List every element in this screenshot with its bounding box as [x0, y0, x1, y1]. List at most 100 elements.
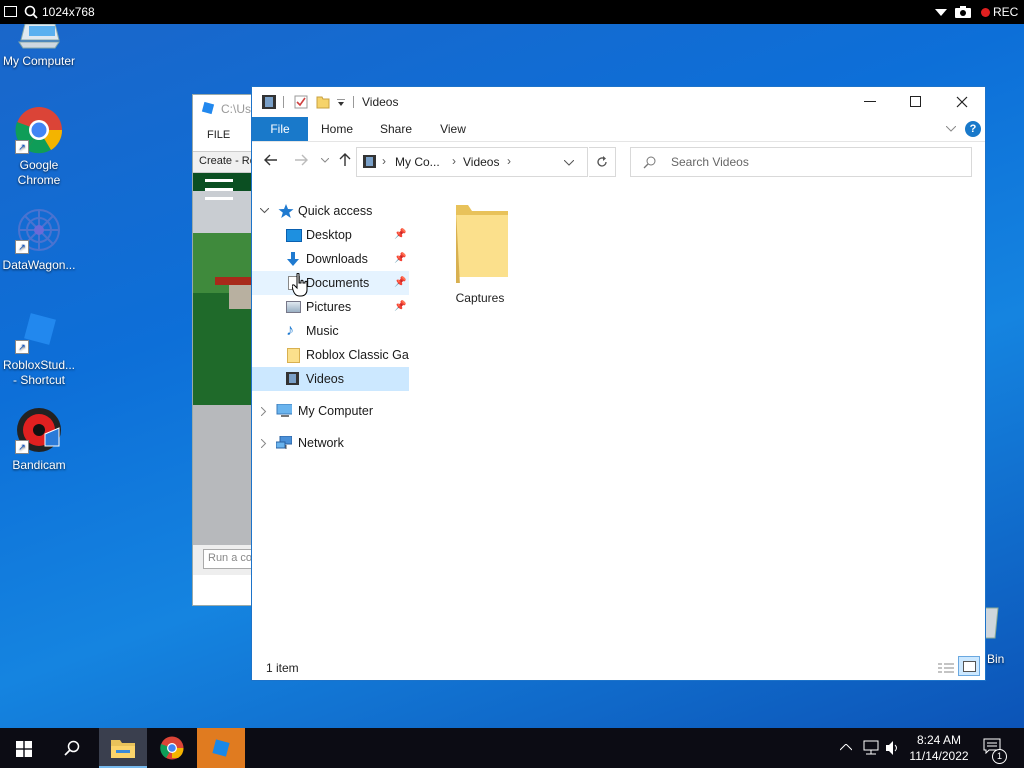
nav-pictures[interactable]: Pictures 📌	[252, 295, 409, 319]
hamburger-menu-icon[interactable]	[205, 179, 233, 201]
help-icon[interactable]: ?	[965, 121, 981, 137]
file-menu[interactable]: FILE	[207, 129, 230, 141]
red-roof	[215, 277, 253, 285]
window-mode-icon[interactable]	[4, 6, 17, 17]
desktop-folder-icon	[286, 229, 302, 242]
dropdown-arrow-icon[interactable]	[935, 9, 947, 17]
address-bar[interactable]: › My Co... › Videos ›	[356, 147, 588, 177]
chevron-right-icon[interactable]	[261, 439, 267, 448]
large-icons-view-icon	[963, 661, 976, 672]
address-dropdown-icon[interactable]	[564, 160, 574, 166]
taskbar-search-button[interactable]	[48, 728, 96, 768]
record-dot-icon	[981, 8, 990, 17]
up-arrow-icon[interactable]	[339, 153, 351, 167]
breadcrumb-separator: ›	[507, 154, 511, 168]
nav-downloads[interactable]: Downloads 📌	[252, 247, 409, 271]
rec-label[interactable]: REC	[993, 5, 1018, 19]
tab-share[interactable]: Share	[370, 117, 422, 141]
properties-icon[interactable]	[294, 95, 308, 109]
folder-item-captures[interactable]: Captures	[440, 197, 520, 307]
search-placeholder: Search Videos	[671, 155, 749, 169]
file-explorer-window[interactable]: Videos File Home Share View ? › My Co...…	[251, 86, 986, 681]
minimize-button[interactable]	[852, 87, 898, 117]
shortcut-arrow-icon: ↗	[15, 440, 29, 454]
show-hidden-icons-icon[interactable]	[840, 744, 852, 751]
folder-icon	[111, 740, 135, 758]
nav-label: Network	[298, 436, 344, 450]
desktop-icon-datawagon[interactable]: ↗ DataWagon...	[1, 206, 77, 273]
camera-icon[interactable]	[955, 6, 971, 18]
desktop-icon-label: Bin	[987, 652, 1005, 666]
document-tab[interactable]: Create - Ro	[193, 151, 253, 173]
details-view-icon[interactable]	[938, 662, 954, 674]
viewport[interactable]	[193, 173, 253, 405]
pin-icon[interactable]: 📌	[394, 247, 406, 271]
roblox-studio-icon	[212, 739, 230, 757]
desktop-icon-bandicam[interactable]: ↗ Bandicam	[1, 406, 77, 473]
search-icon[interactable]	[24, 5, 38, 19]
clock[interactable]: 8:24 AM 11/14/2022	[906, 732, 972, 764]
bandicam-icon: ↗	[15, 406, 63, 454]
customize-quick-access-icon[interactable]	[337, 99, 345, 107]
breadcrumb-my-computer[interactable]: My Co...	[395, 155, 440, 169]
mouse-cursor-hand-icon	[292, 273, 308, 297]
nav-label: Quick access	[298, 204, 373, 218]
pin-icon[interactable]: 📌	[394, 295, 406, 319]
volume-icon[interactable]	[885, 740, 901, 756]
download-arrow-icon	[287, 252, 299, 266]
chevron-right-icon[interactable]	[261, 407, 267, 416]
nav-my-computer[interactable]: My Computer	[252, 399, 409, 423]
search-icon	[64, 740, 80, 756]
nav-documents[interactable]: Documents 📌	[252, 271, 409, 295]
ribbon-tabs: File Home Share View ?	[252, 117, 985, 142]
refresh-button[interactable]	[589, 147, 616, 177]
network-tray-icon[interactable]	[862, 740, 880, 756]
nav-desktop[interactable]: Desktop 📌	[252, 223, 409, 247]
title-bar[interactable]: Videos	[252, 87, 985, 117]
desktop-icon-label: DataWagon...	[2, 258, 76, 272]
close-button[interactable]	[944, 87, 985, 117]
maximize-icon	[910, 96, 921, 107]
search-box[interactable]: Search Videos	[630, 147, 972, 177]
nav-videos[interactable]: Videos	[252, 367, 409, 391]
breadcrumb-videos[interactable]: Videos	[463, 155, 499, 169]
nav-label: Pictures	[306, 300, 352, 314]
nav-roblox-classic-games[interactable]: Roblox Classic Gam	[252, 343, 409, 367]
tab-view[interactable]: View	[428, 117, 478, 141]
new-folder-icon[interactable]	[316, 95, 330, 109]
notification-badge: 1	[992, 749, 1007, 764]
pin-icon[interactable]: 📌	[394, 223, 406, 247]
nav-quick-access[interactable]: Quick access	[252, 199, 409, 223]
tab-file[interactable]: File	[252, 117, 308, 141]
videos-film-icon	[286, 372, 299, 385]
taskbar-roblox-studio[interactable]	[197, 728, 245, 768]
expand-ribbon-icon[interactable]	[946, 126, 956, 133]
desktop-icon-chrome[interactable]: ↗ Google Chrome	[1, 106, 77, 188]
computer-icon	[276, 404, 292, 417]
action-center-button[interactable]: 1	[982, 738, 1007, 764]
datawagon-icon: ↗	[15, 206, 63, 254]
start-button[interactable]	[0, 728, 48, 768]
taskbar-file-explorer[interactable]	[99, 728, 147, 768]
desktop-icon-label: RobloxStud... - Shortcut	[2, 358, 76, 387]
desktop-icon-my-computer[interactable]: My Computer	[1, 23, 77, 69]
desktop-icon-roblox-studio[interactable]: ↗ RobloxStud... - Shortcut	[1, 306, 77, 388]
nav-label: My Computer	[298, 404, 374, 418]
large-icons-view-button[interactable]	[958, 656, 980, 676]
breadcrumb-separator: ›	[382, 154, 386, 168]
back-arrow-icon[interactable]	[264, 154, 278, 166]
nav-network[interactable]: Network	[252, 431, 409, 455]
pin-icon[interactable]: 📌	[394, 271, 406, 295]
taskbar-chrome[interactable]	[148, 728, 196, 768]
command-input[interactable]: Run a co	[203, 549, 253, 569]
chevron-down-icon[interactable]	[260, 208, 269, 214]
tab-home[interactable]: Home	[312, 117, 362, 141]
background-window[interactable]: C:\Us FILE Create - Ro Run a co	[192, 94, 254, 606]
forward-arrow-icon[interactable]	[294, 154, 308, 166]
recent-locations-icon[interactable]	[321, 158, 329, 163]
building-wall	[229, 285, 253, 309]
nav-music[interactable]: ♪ Music	[252, 319, 409, 343]
nav-label: Documents	[306, 276, 370, 290]
nav-label: Roblox Classic Gam	[306, 348, 409, 362]
maximize-button[interactable]	[898, 87, 944, 117]
